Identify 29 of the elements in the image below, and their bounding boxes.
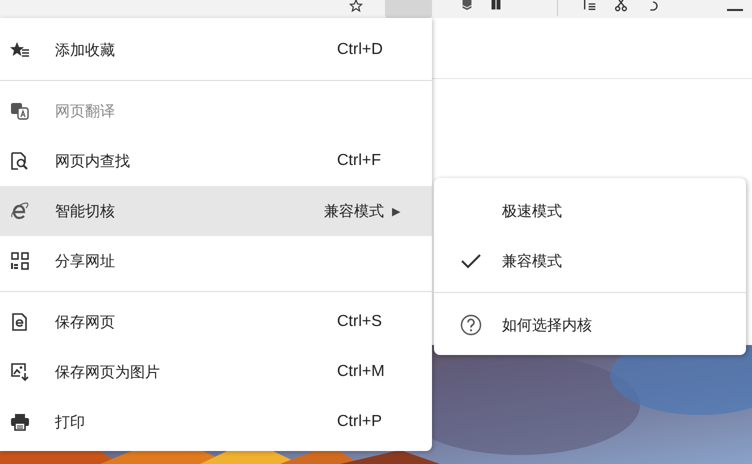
save-image-icon — [10, 363, 30, 381]
menu-item[interactable]: 添加收藏 Ctrl+D — [0, 25, 432, 75]
shortcut-label: Ctrl+D — [337, 41, 384, 59]
menu-item[interactable]: 极速模式 — [434, 186, 746, 236]
menu-item[interactable]: 保存网页为图片 Ctrl+M — [0, 347, 432, 397]
menu-item[interactable]: 智能切核 兼容模式 ▶ — [0, 186, 432, 236]
menu-item[interactable]: 网页内查找 Ctrl+F — [0, 136, 432, 186]
menu-item[interactable]: 打印 Ctrl+P — [0, 397, 432, 447]
menu-item[interactable]: 如何选择内核 — [434, 300, 746, 350]
shortcut-label: Ctrl+P — [337, 413, 383, 431]
shortcut-label: Ctrl+M — [337, 363, 386, 381]
menu-item[interactable]: 兼容模式 — [434, 236, 746, 286]
star-icon[interactable] — [347, 0, 365, 12]
help-icon — [460, 314, 482, 336]
find-in-page-icon — [10, 152, 30, 170]
e-icon — [10, 202, 30, 220]
scissors-icon[interactable] — [612, 0, 630, 12]
qr-code-icon — [10, 252, 30, 270]
menu-item[interactable]: 保存网页 Ctrl+S — [0, 297, 432, 347]
shortcut-label: Ctrl+F — [337, 152, 382, 170]
check-icon — [460, 253, 482, 269]
submenu-arrow: ▶ — [392, 204, 402, 218]
shortcut-label: Ctrl+S — [337, 313, 383, 331]
menu-item[interactable]: 分享网址 — [0, 236, 432, 286]
save-page-icon — [10, 313, 30, 331]
printer-icon — [10, 413, 30, 431]
translate-icon — [10, 102, 30, 120]
current-mode-label: 兼容模式 — [324, 202, 384, 220]
star-list-icon — [10, 41, 30, 59]
